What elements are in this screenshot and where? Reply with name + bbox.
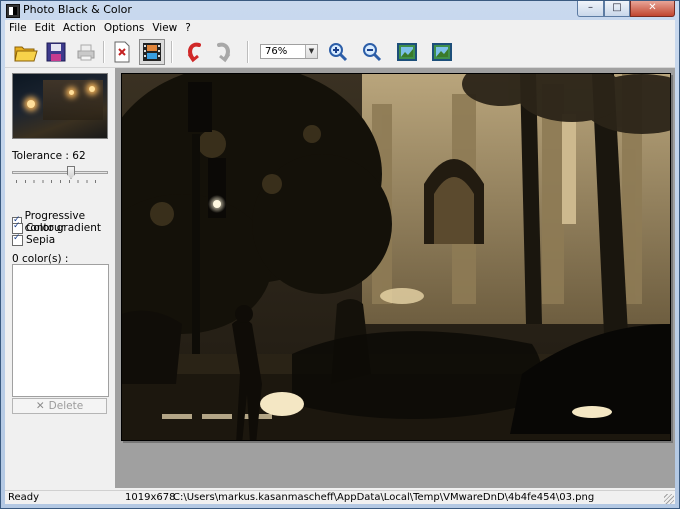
- color-list[interactable]: [12, 264, 109, 397]
- delete-button[interactable]: ✕ Delete: [12, 398, 107, 414]
- toolbar: 76% ▼: [5, 37, 675, 68]
- sepia-checkbox[interactable]: Sepia: [12, 233, 56, 246]
- delete-x-icon: ✕: [35, 400, 45, 412]
- redo-icon[interactable]: [211, 39, 237, 65]
- print-icon[interactable]: [73, 39, 99, 65]
- client-area: File Edit Action Options View ? 76% ▼ To…: [5, 20, 675, 504]
- open-folder-icon[interactable]: [13, 39, 39, 65]
- undo-icon[interactable]: [181, 39, 207, 65]
- zoom-select[interactable]: 76% ▼: [260, 44, 318, 59]
- image-canvas[interactable]: [115, 68, 675, 488]
- delete-label: Delete: [48, 400, 84, 412]
- checkbox-label: Color gradient: [26, 222, 101, 234]
- menu-edit[interactable]: Edit: [31, 20, 59, 36]
- status-text: Ready: [8, 492, 40, 503]
- status-bar: Ready 1019x678 C:\Users\markus.kasanmasc…: [5, 490, 675, 505]
- image-dimensions: 1019x678: [125, 492, 176, 503]
- menu-view[interactable]: View: [148, 20, 181, 36]
- menu-options[interactable]: Options: [100, 20, 149, 36]
- tolerance-slider[interactable]: [12, 166, 108, 183]
- minimize-button[interactable]: –: [577, 1, 604, 17]
- options-panel: Tolerance : 62 Progressive contour Color…: [5, 68, 113, 488]
- app-window: Photo Black & Color – □ ✕ File Edit Acti…: [0, 0, 680, 509]
- actual-size-icon[interactable]: [429, 39, 455, 65]
- checkbox-label: Sepia: [26, 234, 56, 246]
- color-gradient-checkbox[interactable]: Color gradient: [12, 221, 101, 234]
- close-button[interactable]: ✕: [630, 1, 675, 17]
- film-icon[interactable]: [139, 39, 165, 65]
- app-icon: [6, 4, 20, 18]
- zoom-value: 76%: [265, 46, 288, 57]
- street-scene-image: [122, 74, 670, 440]
- image-thumbnail[interactable]: [12, 73, 108, 139]
- menu-file[interactable]: File: [5, 20, 31, 36]
- checkbox-checked[interactable]: [12, 233, 23, 246]
- title-bar: Photo Black & Color – □ ✕: [1, 1, 679, 19]
- menu-action[interactable]: Action: [59, 20, 100, 36]
- save-disk-icon[interactable]: [43, 39, 69, 65]
- tolerance-label: Tolerance : 62: [12, 150, 86, 162]
- chevron-down-icon[interactable]: ▼: [305, 45, 317, 58]
- page-export-icon[interactable]: [109, 39, 135, 65]
- zoom-in-icon[interactable]: [325, 39, 351, 65]
- resize-grip[interactable]: [664, 494, 674, 504]
- zoom-out-icon[interactable]: [359, 39, 385, 65]
- menu-help[interactable]: ?: [181, 20, 195, 36]
- window-title: Photo Black & Color: [23, 3, 132, 16]
- slider-thumb[interactable]: [67, 166, 75, 179]
- file-path: C:\Users\markus.kasanmascheff\AppData\Lo…: [173, 492, 595, 503]
- maximize-button[interactable]: □: [604, 1, 630, 17]
- sepia-photo[interactable]: [121, 73, 671, 441]
- menu-bar: File Edit Action Options View ?: [5, 20, 675, 36]
- fit-window-icon[interactable]: [394, 39, 420, 65]
